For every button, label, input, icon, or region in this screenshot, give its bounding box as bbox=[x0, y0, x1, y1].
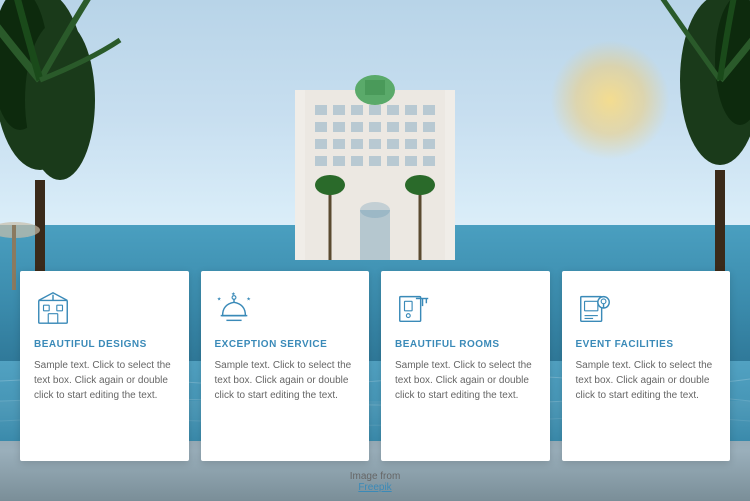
card-exception-service[interactable]: ★ ★ ★ EXCEPTION SERVICE Sample text. Cli… bbox=[201, 271, 370, 461]
feature-cards: BEAUTIFUL DESIGNS Sample text. Click to … bbox=[20, 271, 730, 461]
room-icon bbox=[395, 289, 435, 329]
service-icon: ★ ★ ★ bbox=[215, 289, 255, 329]
card-event-facilities-text[interactable]: Sample text. Click to select the text bo… bbox=[576, 358, 717, 403]
card-beautiful-rooms-title: BEAUTIFUL ROOMS bbox=[395, 339, 536, 350]
svg-text:★: ★ bbox=[246, 296, 251, 302]
svg-text:★: ★ bbox=[231, 292, 236, 298]
card-event-facilities-title: EVENT FACILITIES bbox=[576, 339, 717, 350]
building-icon bbox=[34, 289, 74, 329]
attribution: Image from Freepik bbox=[350, 471, 401, 493]
card-beautiful-designs[interactable]: BEAUTIFUL DESIGNS Sample text. Click to … bbox=[20, 271, 189, 461]
hotel-building bbox=[265, 60, 485, 260]
attribution-line1: Image from bbox=[350, 471, 401, 482]
card-exception-service-title: EXCEPTION SERVICE bbox=[215, 339, 356, 350]
card-beautiful-rooms[interactable]: BEAUTIFUL ROOMS Sample text. Click to se… bbox=[381, 271, 550, 461]
attribution-link[interactable]: Freepik bbox=[350, 482, 401, 493]
left-trees bbox=[0, 0, 130, 290]
card-event-facilities[interactable]: EVENT FACILITIES Sample text. Click to s… bbox=[562, 271, 731, 461]
card-beautiful-designs-title: BEAUTIFUL DESIGNS bbox=[34, 339, 175, 350]
event-icon bbox=[576, 289, 616, 329]
card-exception-service-text[interactable]: Sample text. Click to select the text bo… bbox=[215, 358, 356, 403]
svg-text:★: ★ bbox=[216, 296, 221, 302]
card-beautiful-rooms-text[interactable]: Sample text. Click to select the text bo… bbox=[395, 358, 536, 403]
card-beautiful-designs-text[interactable]: Sample text. Click to select the text bo… bbox=[34, 358, 175, 403]
right-trees bbox=[630, 0, 750, 280]
